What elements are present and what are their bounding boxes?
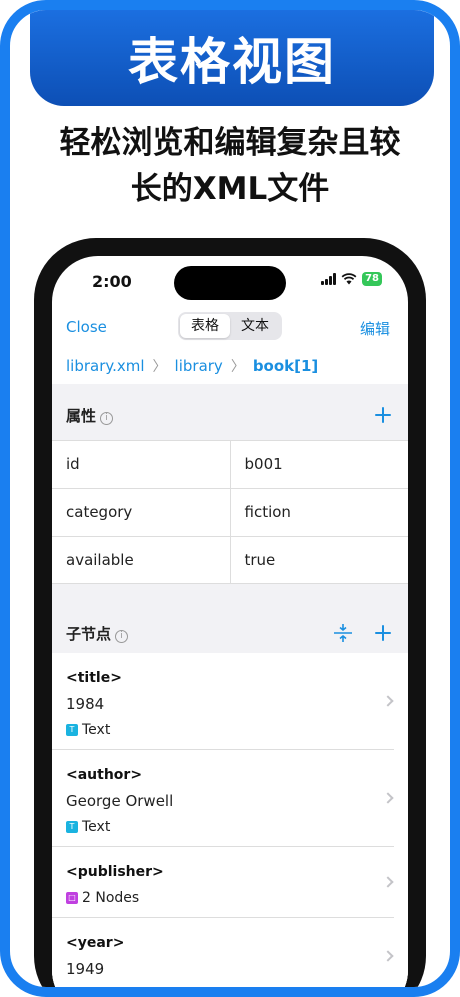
chevron-right-icon [382, 876, 394, 888]
status-time: 2:00 [92, 272, 132, 291]
list-item[interactable]: <author> George Orwell T Text [52, 750, 394, 847]
child-value: George Orwell [66, 792, 174, 810]
children-list: <title> 1984 T Text <author> George Orwe… [52, 653, 408, 987]
attribute-name: available [66, 551, 134, 569]
child-tag: <publisher> [66, 864, 164, 880]
segment-table[interactable]: 表格 [180, 314, 230, 338]
table-row[interactable]: id b001 [52, 440, 408, 488]
nodes-type-icon: □ [66, 892, 78, 904]
attribute-value: fiction [229, 489, 409, 536]
chevron-right-icon: 〉 [230, 359, 245, 375]
list-item[interactable]: <publisher> □ 2 Nodes [52, 847, 394, 918]
list-item[interactable]: <title> 1984 T Text [52, 653, 394, 750]
breadcrumb-item-current[interactable]: book[1] [253, 357, 318, 375]
nav-bar: Close 表格 文本 编辑 [52, 306, 408, 350]
promo-subtitle-line1: 轻松浏览和编辑复杂且较 [59, 125, 401, 161]
info-icon[interactable]: i [100, 412, 114, 425]
chevron-right-icon [382, 950, 394, 962]
promo-banner: 表格视图 [30, 10, 434, 106]
status-bar: 2:00 78 [52, 256, 408, 306]
attribute-name: category [66, 503, 133, 521]
promo-subtitle-line2: 长的XML文件 [130, 171, 330, 207]
chevron-right-icon [382, 792, 394, 804]
add-attribute-icon[interactable] [374, 406, 392, 424]
table-row[interactable]: available true [52, 536, 408, 584]
child-value: 1984 [66, 695, 105, 713]
attribute-value: b001 [229, 441, 409, 488]
segment-text[interactable]: 文本 [230, 314, 280, 338]
child-value: 1949 [66, 960, 105, 978]
promo-frame: 表格视图 轻松浏览和编辑复杂且较 长的XML文件 2:00 78 Close 表… [0, 0, 460, 997]
children-section-title: 子节点 [66, 625, 112, 643]
attributes-section-header: 属性 i [52, 390, 408, 440]
add-child-icon[interactable] [374, 624, 392, 642]
attributes-section-title: 属性 [66, 407, 97, 425]
attribute-value: true [229, 537, 409, 583]
child-tag: <author> [66, 767, 143, 783]
table-row[interactable]: category fiction [52, 488, 408, 536]
dynamic-island [174, 266, 286, 300]
chevron-right-icon: 〉 [152, 359, 167, 375]
attribute-name: id [66, 455, 80, 473]
child-type-label: Text [82, 819, 111, 835]
text-type-icon: T [66, 724, 78, 736]
attributes-table: id b001 category fiction available true [52, 440, 408, 584]
signal-icon [321, 273, 337, 285]
wifi-icon [341, 273, 357, 285]
child-type-label: 2 Nodes [82, 890, 140, 906]
phone-mockup: 2:00 78 Close 表格 文本 编辑 library.xml 〉 lib… [34, 238, 426, 987]
collapse-icon[interactable] [332, 622, 354, 644]
child-tag: <title> [66, 670, 122, 686]
view-mode-segmented-control: 表格 文本 [178, 312, 282, 340]
text-type-icon: T [66, 821, 78, 833]
child-tag: <year> [66, 935, 125, 951]
banner-title: 表格视图 [128, 33, 336, 91]
children-section-header: 子节点 i [52, 608, 408, 658]
status-icons: 78 [321, 272, 382, 286]
info-icon[interactable]: i [115, 630, 129, 643]
battery-indicator: 78 [362, 272, 382, 286]
list-item[interactable]: <year> 1949 [52, 918, 394, 987]
chevron-right-icon [382, 695, 394, 707]
child-type-label: Text [82, 722, 111, 738]
breadcrumb: library.xml 〉 library 〉 book[1] [66, 356, 318, 376]
breadcrumb-item-library[interactable]: library [175, 357, 223, 375]
close-button[interactable]: Close [66, 318, 107, 336]
phone-screen: 2:00 78 Close 表格 文本 编辑 library.xml 〉 lib… [52, 256, 408, 987]
edit-button[interactable]: 编辑 [360, 318, 390, 339]
breadcrumb-item-file[interactable]: library.xml [66, 357, 145, 375]
